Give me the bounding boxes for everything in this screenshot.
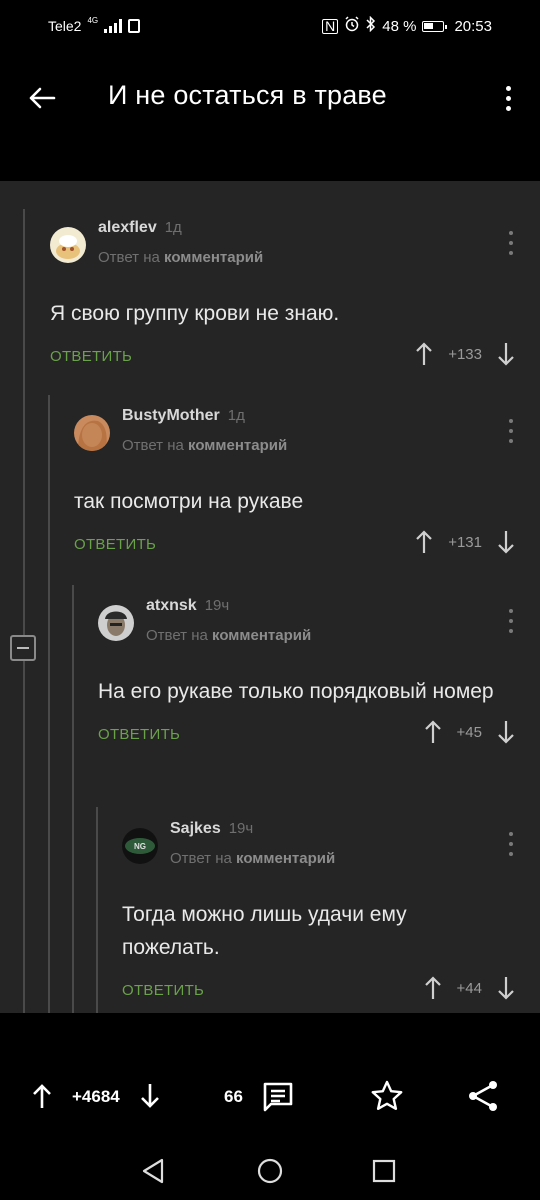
avatar[interactable] xyxy=(74,415,110,451)
arrow-down-icon xyxy=(141,1084,159,1108)
comment-menu-button[interactable] xyxy=(506,419,516,443)
downvote-button[interactable] xyxy=(496,340,516,368)
downvote-button[interactable] xyxy=(496,528,516,556)
comments-thread: alexflev 1д Ответ на комментарий Я свою г… xyxy=(0,181,540,1013)
reply-to-link[interactable]: комментарий xyxy=(236,850,335,867)
upvote-button[interactable] xyxy=(414,528,434,556)
page-title: И не остаться в траве xyxy=(108,80,387,110)
arrow-up-icon xyxy=(416,530,432,553)
more-menu-button[interactable] xyxy=(496,78,520,118)
nav-recents-button[interactable] xyxy=(372,1159,396,1188)
app-bar: И не остаться в траве xyxy=(0,52,540,142)
reply-to-link[interactable]: комментарий xyxy=(188,437,287,454)
avatar[interactable] xyxy=(98,605,134,641)
comment-menu-button[interactable] xyxy=(506,231,516,255)
nfc-icon: N xyxy=(322,18,339,34)
arrow-down-icon xyxy=(498,721,514,744)
reply-button[interactable]: ОТВЕТИТЬ xyxy=(74,536,156,553)
reply-to-label: Ответ на комментарий xyxy=(122,437,288,454)
comment-score: +45 xyxy=(456,723,482,741)
comment-age: 19ч xyxy=(204,597,230,614)
reply-to-label: Ответ на комментарий xyxy=(170,850,336,867)
comment-menu-button[interactable] xyxy=(506,609,516,633)
system-nav-bar xyxy=(0,1123,540,1200)
comment-age: 1д xyxy=(164,219,182,236)
upvote-button[interactable] xyxy=(423,974,443,1002)
comment: NG Sajkes 19ч Ответ на комментарий Тогда … xyxy=(122,814,540,1012)
back-arrow-icon xyxy=(29,87,56,109)
reply-to-link[interactable]: комментарий xyxy=(212,627,311,644)
post-score: +4684 xyxy=(72,1087,120,1106)
post-downvote-button[interactable] xyxy=(140,1083,160,1109)
arrow-up-icon xyxy=(416,342,432,365)
reply-to-label: Ответ на комментарий xyxy=(146,627,312,644)
comment-text: На его рукаве только порядковый номер xyxy=(98,680,494,703)
reply-button[interactable]: ОТВЕТИТЬ xyxy=(98,726,180,743)
star-icon xyxy=(371,1080,403,1110)
bluetooth-icon xyxy=(366,15,376,36)
comment-age: 19ч xyxy=(228,820,254,837)
network-type: 4G xyxy=(87,15,99,25)
comment-score: +133 xyxy=(448,345,482,363)
upvote-button[interactable] xyxy=(423,718,443,746)
comment-score: +44 xyxy=(456,979,482,997)
comment-text: Тогда можно лишь удачи ему пожелать. xyxy=(122,903,407,959)
downvote-button[interactable] xyxy=(496,718,516,746)
comment-score: +131 xyxy=(448,533,482,551)
arrow-down-icon xyxy=(498,977,514,1000)
post-action-bar: +4684 66 xyxy=(0,1013,540,1123)
username[interactable]: atxnsk 19ч xyxy=(146,597,229,615)
downvote-button[interactable] xyxy=(496,974,516,1002)
reply-button[interactable]: ОТВЕТИТЬ xyxy=(122,982,204,999)
comment-menu-button[interactable] xyxy=(506,832,516,856)
sim-icon xyxy=(128,19,141,33)
thread-line-1 xyxy=(23,209,25,1013)
save-button[interactable] xyxy=(370,1079,404,1113)
thread-line-3 xyxy=(72,585,74,1013)
thread-line-4 xyxy=(96,807,98,1013)
comment-text: так посмотри на рукаве xyxy=(74,490,304,513)
username[interactable]: Sajkes 19ч xyxy=(170,820,253,838)
avatar[interactable]: NG xyxy=(122,828,158,864)
arrow-down-icon xyxy=(498,531,514,554)
collapse-thread-button[interactable] xyxy=(10,635,36,661)
reply-button[interactable]: ОТВЕТИТЬ xyxy=(50,348,132,365)
circle-home-icon xyxy=(257,1158,283,1184)
upvote-button[interactable] xyxy=(414,340,434,368)
svg-text:NG: NG xyxy=(134,842,146,851)
comment: alexflev 1д Ответ на комментарий Я свою г… xyxy=(50,213,540,378)
battery-percent: 48 % xyxy=(382,17,417,35)
comments-count: 66 xyxy=(224,1087,243,1106)
arrow-down-icon xyxy=(498,343,514,366)
comment-text: Я свою группу крови не знаю. xyxy=(50,302,340,325)
clock: 20:53 xyxy=(454,17,492,35)
triangle-back-icon xyxy=(142,1158,164,1184)
arrow-up-icon xyxy=(33,1084,51,1108)
alarm-icon xyxy=(344,16,360,36)
comment: atxnsk 19ч Ответ на комментарий На его ру… xyxy=(98,591,540,756)
thread-line-2 xyxy=(48,395,50,1013)
arrow-up-icon xyxy=(424,720,441,743)
comments-button[interactable] xyxy=(262,1081,294,1113)
carrier-name: Tele2 xyxy=(48,18,82,34)
square-recents-icon xyxy=(372,1159,396,1183)
battery-icon xyxy=(422,20,448,32)
comment-age: 1д xyxy=(227,407,245,424)
reply-to-link[interactable]: комментарий xyxy=(164,249,263,266)
status-bar: Tele2 4G N 48 % 20:53 xyxy=(0,0,540,52)
share-button[interactable] xyxy=(466,1079,500,1113)
signal-icon xyxy=(104,19,123,33)
username[interactable]: BustyMother 1д xyxy=(122,407,245,425)
comment-icon xyxy=(263,1082,293,1112)
arrow-up-icon xyxy=(424,976,441,999)
back-button[interactable] xyxy=(22,78,62,118)
share-icon xyxy=(469,1081,497,1111)
comment: BustyMother 1д Ответ на комментарий так п… xyxy=(74,401,540,566)
username[interactable]: alexflev 1д xyxy=(98,219,182,237)
reply-to-label: Ответ на комментарий xyxy=(98,249,264,266)
post-upvote-button[interactable] xyxy=(32,1083,52,1109)
nav-home-button[interactable] xyxy=(256,1157,284,1190)
nav-back-button[interactable] xyxy=(140,1157,166,1190)
avatar[interactable] xyxy=(50,227,86,263)
